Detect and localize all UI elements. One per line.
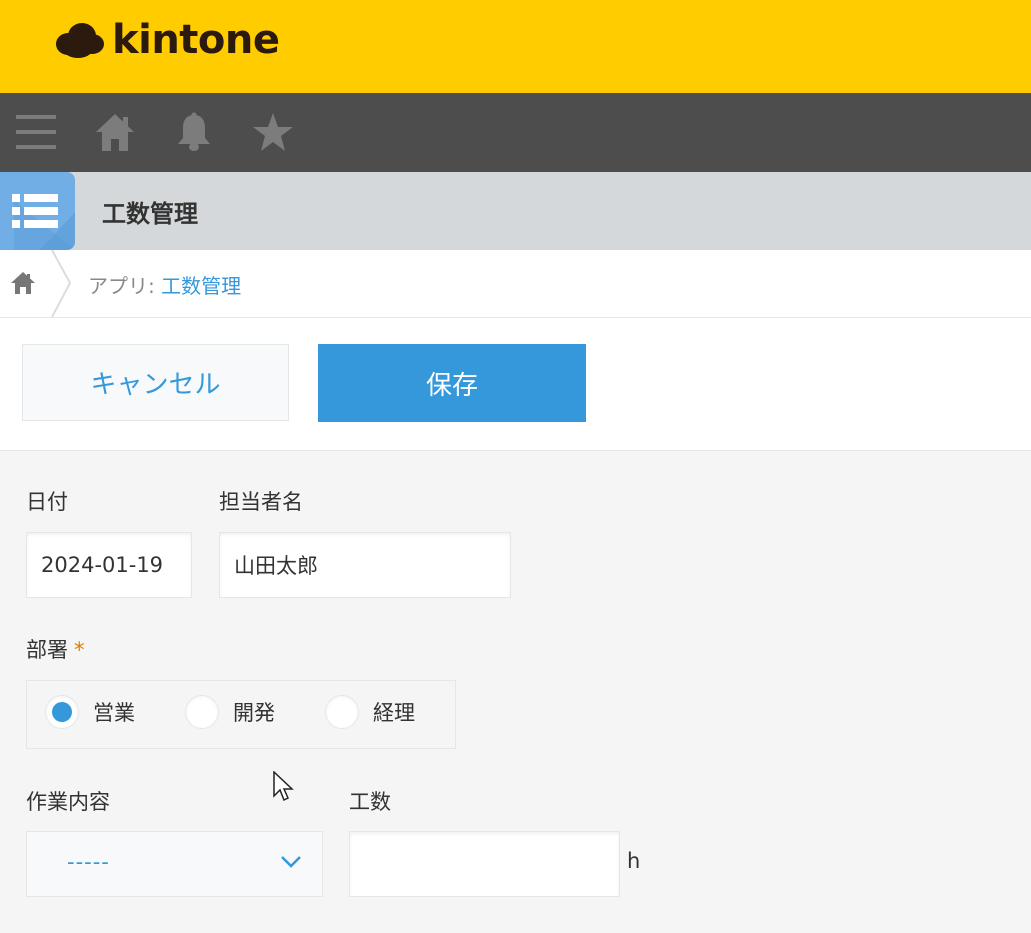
cancel-button[interactable]: キャンセル: [22, 344, 289, 421]
hours-label: 工数: [349, 790, 391, 814]
hours-field[interactable]: [349, 831, 620, 897]
department-label-text: 部署: [26, 638, 68, 662]
hours-unit: h: [627, 849, 641, 873]
star-icon[interactable]: [251, 110, 295, 154]
radio-button-selected[interactable]: [45, 695, 79, 729]
mouse-cursor-icon: [273, 771, 294, 802]
save-button[interactable]: 保存: [318, 344, 586, 422]
radio-option-development[interactable]: 開発: [185, 695, 275, 729]
brand-name: kintone: [112, 17, 280, 63]
assignee-field[interactable]: 山田太郎: [219, 532, 511, 598]
kintone-logo[interactable]: kintone: [54, 18, 280, 62]
brand-bar: kintone: [0, 0, 1031, 93]
breadcrumb-path: アプリ: 工数管理: [88, 270, 241, 299]
app-title: 工数管理: [102, 200, 198, 228]
date-label: 日付: [26, 490, 68, 514]
radio-selected-dot: [52, 702, 72, 722]
required-mark: *: [74, 638, 85, 662]
department-radio-group: 営業 開発 経理: [26, 680, 456, 749]
bell-icon[interactable]: [172, 110, 216, 154]
assignee-label: 担当者名: [219, 490, 303, 514]
radio-label: 開発: [233, 701, 275, 725]
task-dropdown-value: -----: [67, 850, 110, 874]
breadcrumb: アプリ: 工数管理: [0, 250, 1031, 318]
radio-button[interactable]: [325, 695, 359, 729]
department-label: 部署 *: [26, 634, 85, 664]
radio-label: 営業: [93, 701, 135, 725]
app-list-icon[interactable]: [0, 172, 75, 250]
breadcrumb-separator: [51, 250, 72, 317]
date-field[interactable]: 2024-01-19: [26, 532, 192, 598]
global-nav: [0, 93, 1031, 172]
home-icon[interactable]: [93, 110, 137, 154]
chevron-down-icon: [281, 856, 301, 868]
action-bar: キャンセル 保存: [0, 318, 1031, 451]
breadcrumb-app-link[interactable]: 工数管理: [161, 274, 241, 298]
radio-option-sales[interactable]: 営業: [45, 695, 135, 729]
task-dropdown[interactable]: -----: [26, 831, 323, 897]
radio-option-accounting[interactable]: 経理: [325, 695, 415, 729]
app-header: 工数管理: [0, 172, 1031, 250]
cloud-logo-icon: [56, 23, 104, 58]
breadcrumb-prefix: アプリ:: [88, 274, 162, 298]
radio-label: 経理: [373, 701, 415, 725]
radio-button[interactable]: [185, 695, 219, 729]
task-label: 作業内容: [26, 790, 110, 814]
menu-icon[interactable]: [14, 110, 58, 154]
breadcrumb-home-icon[interactable]: [10, 270, 36, 296]
